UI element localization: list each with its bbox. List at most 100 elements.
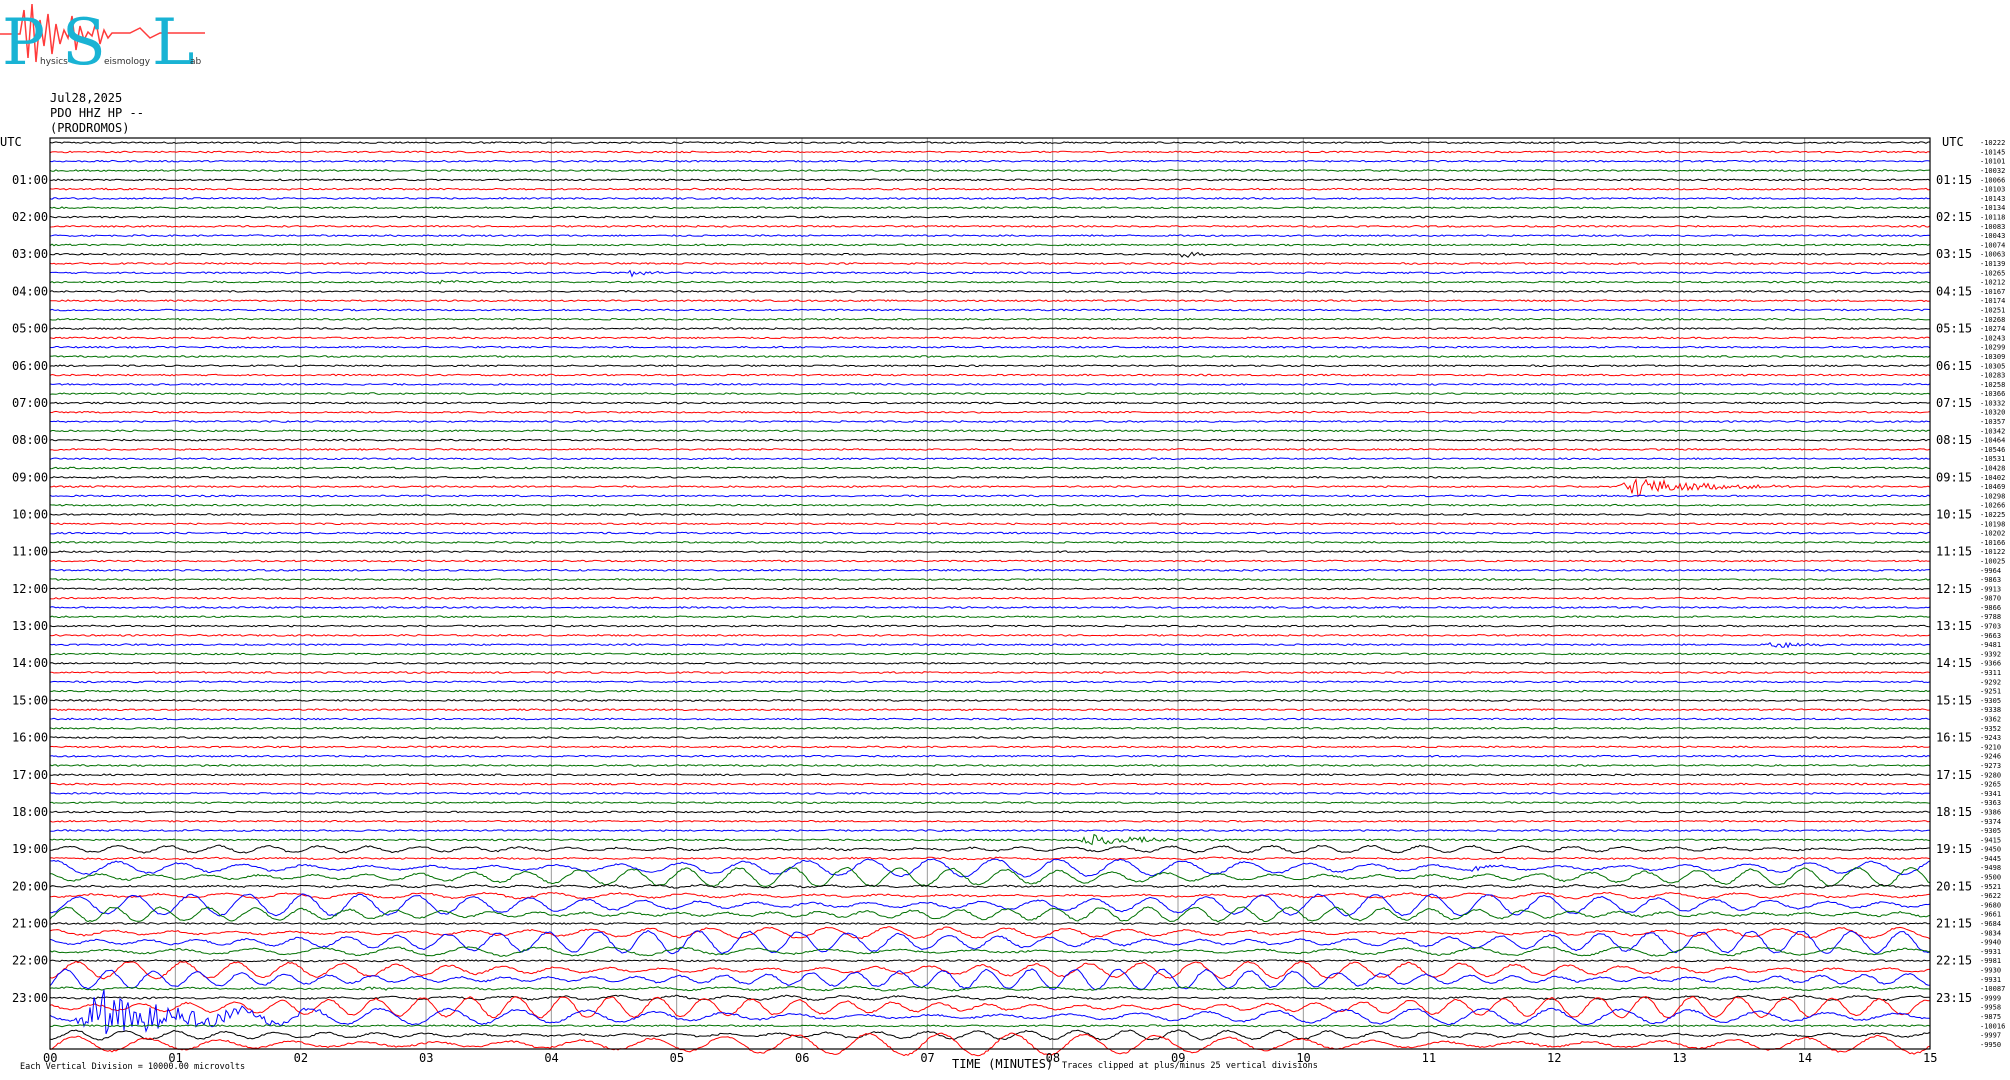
- trace-offset-label: -9981: [1980, 957, 2001, 965]
- x-tick-label: 06: [795, 1051, 809, 1065]
- right-hour-label: 06:15: [1936, 359, 1972, 373]
- trace-offset-label: -10320: [1980, 409, 2005, 417]
- trace-offset-label: -10251: [1980, 306, 2005, 314]
- left-hour-label: 20:00: [12, 879, 48, 893]
- seismic-trace-57: [49, 671, 1931, 674]
- trace-offset-label: -10531: [1980, 455, 2005, 463]
- trace-offset-label: -9680: [1980, 901, 2001, 909]
- seismic-trace-58: [49, 680, 1931, 684]
- seismic-trace-76: [49, 844, 1930, 854]
- left-hour-label: 05:00: [12, 322, 48, 336]
- trace-offset-label: -9341: [1980, 790, 2001, 798]
- seismic-trace-22: [49, 345, 1931, 349]
- trace-offset-label: -9930: [1980, 966, 2001, 974]
- seismic-trace-42: [49, 531, 1931, 535]
- trace-offset-label: -9521: [1980, 883, 2001, 891]
- trace-offset-label: -9500: [1980, 874, 2001, 882]
- trace-offset-label: -9450: [1980, 846, 2001, 854]
- trace-offset-label: -10083: [1980, 223, 2005, 231]
- trace-offset-label: -10103: [1980, 186, 2005, 194]
- left-hour-label: 09:00: [12, 470, 48, 484]
- trace-offset-label: -10134: [1980, 204, 2005, 212]
- seismic-trace-64: [49, 736, 1931, 739]
- trace-offset-label: -10167: [1980, 288, 2005, 296]
- seismic-trace-20: [49, 327, 1931, 330]
- trace-offset-label: -9305: [1980, 697, 2001, 705]
- seismic-trace-1: [49, 150, 1931, 154]
- trace-offset-label: -10063: [1980, 251, 2005, 259]
- seismic-trace-45: [49, 559, 1931, 563]
- trace-offset-label: -9997: [1980, 1032, 2001, 1040]
- trace-offset-label: -10274: [1980, 325, 2005, 333]
- seismic-trace-72: [49, 810, 1931, 814]
- seismic-trace-29: [49, 410, 1931, 414]
- trace-offset-label: -9251: [1980, 688, 2001, 696]
- left-hour-label: 13:00: [12, 619, 48, 633]
- right-unit-label: UTC: [1942, 135, 1964, 149]
- trace-offset-label: -9964: [1980, 567, 2001, 575]
- trace-offset-label: -9273: [1980, 762, 2001, 770]
- trace-offset-label: -9950: [1980, 1041, 2001, 1049]
- right-hour-label: 21:15: [1936, 917, 1972, 931]
- trace-offset-label: -9305: [1980, 827, 2001, 835]
- seismic-trace-11: [49, 243, 1931, 247]
- trace-offset-label: -10032: [1980, 167, 2005, 175]
- left-hour-label: 06:00: [12, 359, 48, 373]
- seismic-trace-89: [49, 960, 1930, 980]
- right-hour-label: 19:15: [1936, 842, 1972, 856]
- seismic-trace-3: [49, 169, 1931, 172]
- seismic-trace-6: [49, 197, 1931, 200]
- left-hour-label: 17:00: [12, 768, 48, 782]
- left-hour-label: 22:00: [12, 954, 48, 968]
- trace-offset-label: -10145: [1980, 148, 2005, 156]
- seismic-trace-37: [49, 477, 1931, 498]
- trace-offset-label: -9622: [1980, 892, 2001, 900]
- trace-offset-label: -9265: [1980, 781, 2001, 789]
- trace-offset-label: -10139: [1980, 260, 2005, 268]
- trace-offset-label: -10087: [1980, 985, 2005, 993]
- seismic-trace-79: [50, 866, 1931, 888]
- seismic-trace-94: [49, 989, 1930, 1035]
- trace-offset-label: -9366: [1980, 660, 2001, 668]
- seismic-trace-43: [49, 540, 1931, 544]
- trace-offset-label: -9246: [1980, 753, 2001, 761]
- label-layer: 00 01 02 03 04 05 06 07 08 09 10 11 12 13 14 1501:0002:…: [12, 139, 2005, 1065]
- trace-offset-label: -10212: [1980, 279, 2005, 287]
- trace-offset-label: -9352: [1980, 725, 2001, 733]
- x-tick-label: 11: [1422, 1051, 1436, 1065]
- seismic-trace-52: [49, 624, 1931, 628]
- right-hour-label: 17:15: [1936, 768, 1972, 782]
- seismic-trace-77: [49, 856, 1931, 861]
- seismic-trace-59: [49, 689, 1931, 693]
- trace-offset-label: -10122: [1980, 548, 2005, 556]
- trace-offset-label: -10074: [1980, 241, 2005, 249]
- trace-offset-label: -9292: [1980, 678, 2001, 686]
- trace-offset-label: -10198: [1980, 520, 2005, 528]
- seismic-trace-91: [49, 985, 1931, 992]
- seismic-trace-19: [49, 317, 1931, 321]
- seismic-trace-95: [49, 1024, 1931, 1028]
- trace-offset-label: -10357: [1980, 418, 2005, 426]
- seismic-trace-47: [49, 578, 1931, 581]
- trace-offset-label: -9931: [1980, 976, 2001, 984]
- trace-offset-label: -10202: [1980, 530, 2005, 538]
- seismic-trace-48: [50, 587, 1931, 591]
- trace-offset-label: -9703: [1980, 623, 2001, 631]
- seismic-trace-26: [49, 382, 1931, 386]
- trace-offset-label: -10016: [1980, 1022, 2005, 1030]
- trace-offset-label: -10143: [1980, 195, 2005, 203]
- seismic-trace-65: [49, 745, 1931, 749]
- seismic-trace-30: [49, 420, 1931, 423]
- seismic-trace-4: [49, 178, 1931, 182]
- trace-offset-label: -10469: [1980, 483, 2005, 491]
- seismic-trace-80: [49, 883, 1931, 889]
- left-hour-label: 15:00: [12, 693, 48, 707]
- trace-offset-label: -9338: [1980, 706, 2001, 714]
- left-hour-label: 01:00: [12, 173, 48, 187]
- seismic-trace-15: [49, 279, 1931, 285]
- trace-offset-label: -9684: [1980, 920, 2001, 928]
- trace-offset-label: -9363: [1980, 799, 2001, 807]
- trace-offset-label: -9870: [1980, 595, 2001, 603]
- trace-offset-label: -9386: [1980, 808, 2001, 816]
- seismic-trace-35: [49, 466, 1931, 470]
